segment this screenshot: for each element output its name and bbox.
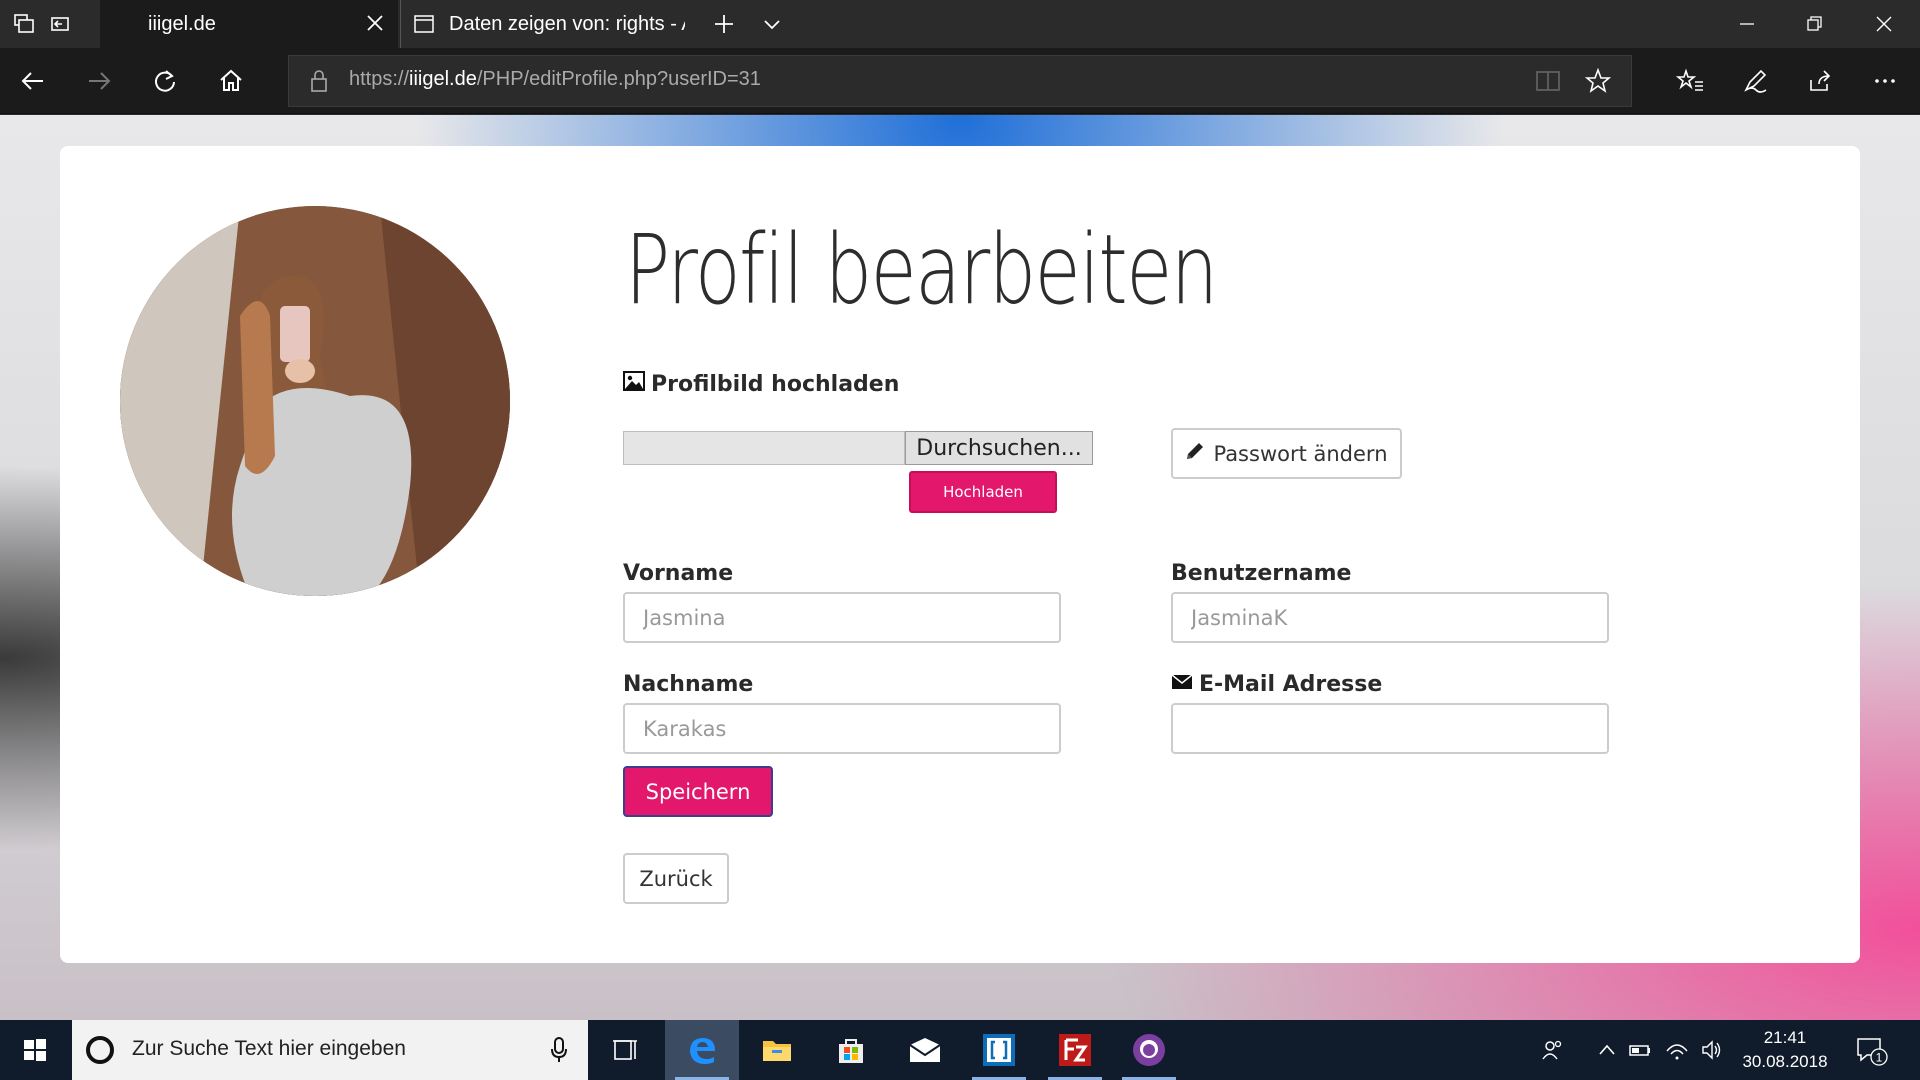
taskbar-search[interactable]: Zur Suche Text hier eingeben	[72, 1020, 588, 1080]
back-button[interactable]: Zurück	[623, 853, 729, 904]
set-tabs-aside-icon[interactable]	[48, 12, 72, 36]
upload-label: Profilbild hochladen	[623, 371, 899, 397]
change-password-button[interactable]: Passwort ändern	[1171, 428, 1402, 479]
envelope-icon	[1171, 672, 1193, 697]
back-arrow-icon[interactable]	[18, 66, 48, 96]
home-icon[interactable]	[216, 66, 246, 96]
lastname-label-text: Nachname	[623, 672, 754, 697]
chevron-down-icon[interactable]	[760, 12, 784, 36]
lastname-label: Nachname	[623, 672, 753, 697]
brackets-icon[interactable]	[962, 1020, 1036, 1080]
email-label-text: E-Mail Adresse	[1199, 672, 1383, 697]
taskbar: Zur Suche Text hier eingeben 21:41 30.08…	[0, 1020, 1920, 1080]
address-toolbar: https://iiigel.de/PHP/editProfile.php?us…	[0, 48, 1920, 114]
people-icon[interactable]	[1540, 1038, 1564, 1062]
username-label-text: Benutzername	[1171, 561, 1352, 586]
share-icon[interactable]	[1805, 66, 1835, 96]
upload-label-text: Profilbild hochladen	[651, 371, 900, 397]
mail-icon[interactable]	[888, 1020, 962, 1080]
pen-notes-icon[interactable]	[1740, 66, 1770, 96]
clock[interactable]: 21:41 30.08.2018	[1730, 1026, 1840, 1074]
url-text: https://iiigel.de/PHP/editProfile.php?us…	[349, 68, 761, 90]
firstname-label: Vorname	[623, 561, 733, 586]
close-tab-icon[interactable]	[364, 12, 386, 40]
page-icon	[413, 13, 435, 41]
chevron-up-icon[interactable]	[1595, 1038, 1619, 1062]
action-center-icon[interactable]: 1	[1855, 1036, 1889, 1070]
cortana-icon[interactable]	[86, 1036, 114, 1064]
tab-actions-icon[interactable]	[12, 12, 36, 36]
volume-icon[interactable]	[1700, 1038, 1724, 1062]
wifi-icon[interactable]	[1665, 1038, 1689, 1062]
favorites-hub-icon[interactable]	[1675, 66, 1705, 96]
file-input-field[interactable]	[623, 431, 905, 465]
username-label: Benutzername	[1171, 561, 1351, 586]
battery-icon[interactable]	[1628, 1038, 1652, 1062]
firstname-input[interactable]	[623, 592, 1061, 643]
tab-title: iiigel.de	[148, 12, 216, 35]
favorite-star-icon[interactable]	[1584, 67, 1612, 98]
email-label: E-Mail Adresse	[1171, 672, 1382, 697]
page-viewport: Profil bearbeiten Profilbild hochladen D…	[0, 115, 1920, 1020]
lastname-input[interactable]	[623, 703, 1061, 754]
firstname-label-text: Vorname	[623, 561, 734, 586]
refresh-icon[interactable]	[150, 66, 180, 96]
restore-icon[interactable]	[1803, 12, 1827, 36]
minimize-icon[interactable]	[1735, 12, 1759, 36]
url-bar[interactable]: https://iiigel.de/PHP/editProfile.php?us…	[288, 55, 1632, 107]
profile-avatar	[120, 206, 510, 596]
tab-bar: iiigel.de Daten zeigen von: rights - A	[0, 0, 1920, 48]
forward-arrow-icon[interactable]	[84, 66, 114, 96]
notification-count: 1	[1876, 1051, 1883, 1065]
search-placeholder: Zur Suche Text hier eingeben	[132, 1037, 406, 1060]
pencil-icon	[1185, 441, 1205, 466]
page-title: Profil bearbeiten	[625, 214, 1218, 326]
clock-time: 21:41	[1763, 1028, 1807, 1047]
file-explorer-icon[interactable]	[740, 1020, 814, 1080]
new-tab-icon[interactable]	[712, 12, 736, 36]
microphone-icon[interactable]	[550, 1036, 568, 1068]
tab-iiigel[interactable]: iiigel.de	[100, 0, 398, 48]
profile-card: Profil bearbeiten Profilbild hochladen D…	[60, 146, 1860, 963]
more-options-icon[interactable]	[1870, 66, 1900, 96]
save-button[interactable]: Speichern	[623, 766, 773, 817]
change-password-label: Passwort ändern	[1213, 441, 1388, 466]
filezilla-icon[interactable]	[1038, 1020, 1112, 1080]
lock-icon[interactable]	[309, 69, 329, 97]
github-desktop-icon[interactable]	[1112, 1020, 1186, 1080]
tab-title: Daten zeigen von: rights - A	[449, 12, 685, 35]
edge-icon[interactable]	[665, 1020, 739, 1080]
windows-start-icon[interactable]	[0, 1020, 70, 1080]
tab-daten-zeigen[interactable]: Daten zeigen von: rights - A	[400, 0, 690, 48]
browse-button[interactable]: Durchsuchen...	[905, 431, 1093, 465]
reading-view-icon[interactable]	[1535, 69, 1561, 97]
clock-date: 30.08.2018	[1742, 1052, 1828, 1071]
upload-button[interactable]: Hochladen	[909, 471, 1057, 513]
username-input[interactable]	[1171, 592, 1609, 643]
store-icon[interactable]	[814, 1020, 888, 1080]
task-view-icon[interactable]	[588, 1020, 662, 1080]
close-window-icon[interactable]	[1872, 12, 1896, 36]
image-icon	[623, 371, 645, 397]
email-input[interactable]	[1171, 703, 1609, 754]
